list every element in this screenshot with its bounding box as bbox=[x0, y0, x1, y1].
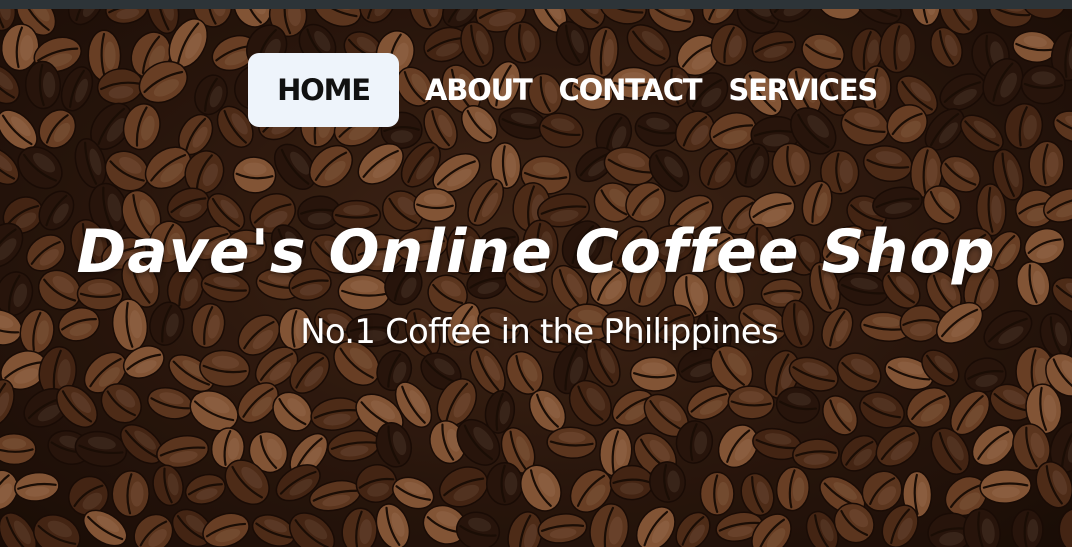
nav-services-link[interactable]: SERVICES bbox=[728, 75, 878, 105]
site-tagline: No.1 Coffee in the Philippines bbox=[300, 312, 778, 352]
nav-home-link[interactable]: HOME bbox=[248, 53, 399, 127]
main-nav: HOME ABOUT CONTACT SERVICES bbox=[248, 53, 878, 127]
hero-section: HOME ABOUT CONTACT SERVICES Dave's Onlin… bbox=[0, 9, 1072, 547]
nav-contact-link[interactable]: CONTACT bbox=[559, 75, 703, 105]
site-title: Dave's Online Coffee Shop bbox=[76, 217, 996, 287]
browser-top-strip bbox=[0, 0, 1072, 9]
nav-about-link[interactable]: ABOUT bbox=[425, 75, 533, 105]
